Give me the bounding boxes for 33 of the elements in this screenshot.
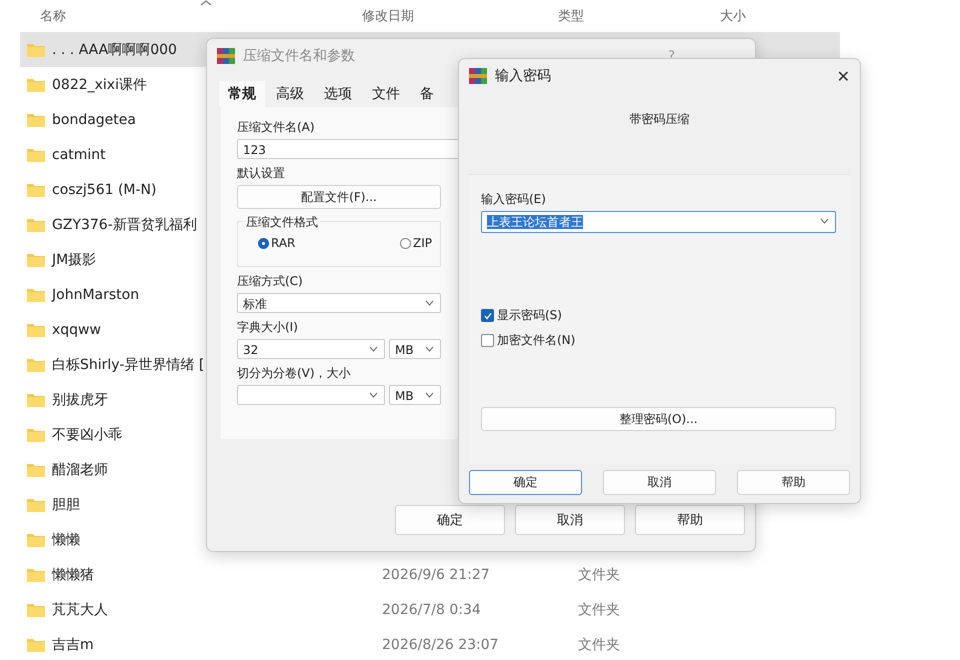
file-name: 0822_xixi课件 bbox=[52, 76, 147, 94]
file-name: xqqww bbox=[52, 322, 101, 338]
file-name: 不要凶小乖 bbox=[52, 426, 122, 444]
field-label: 切分为分卷(V)，大小 bbox=[237, 365, 352, 382]
file-name: JM摄影 bbox=[52, 250, 96, 268]
file-name: GZY376-新晋贫乳福利 bbox=[52, 216, 197, 234]
file-name: coszj561 (M-N) bbox=[52, 182, 156, 198]
field-label: 输入密码(E) bbox=[481, 191, 547, 208]
file-type: 文件夹 bbox=[578, 566, 620, 584]
file-name: 懒懒 bbox=[52, 530, 80, 548]
file-type: 文件夹 bbox=[578, 600, 620, 618]
window-title: 压缩文件名和参数 bbox=[243, 47, 355, 65]
file-name: 醋溜老师 bbox=[52, 460, 108, 478]
file-type: 文件夹 bbox=[578, 636, 620, 654]
file-name: . . . AAA啊啊啊000 bbox=[52, 40, 177, 58]
dialog-heading: 带密码压缩 bbox=[628, 111, 690, 128]
group-label: 压缩文件格式 bbox=[244, 214, 320, 231]
file-name: 白栎Shirly-异世界情绪 [ bbox=[52, 356, 204, 374]
file-name: 吉吉m bbox=[52, 636, 94, 654]
modified-date: 2026/8/26 23:07 bbox=[382, 636, 500, 652]
modified-date: 2026/9/6 21:27 bbox=[382, 566, 491, 582]
field-label: 压缩方式(C) bbox=[237, 273, 304, 290]
file-name: 胆胆 bbox=[52, 496, 80, 514]
file-name: 懒懒猪 bbox=[52, 566, 94, 584]
file-name: 芃芃大人 bbox=[52, 600, 108, 618]
file-name: JohnMarston bbox=[52, 286, 140, 302]
field-label: 默认设置 bbox=[237, 165, 286, 182]
file-name: 别拔虎牙 bbox=[52, 390, 108, 408]
window-title: 输入密码 bbox=[495, 67, 551, 85]
file-name: catmint bbox=[52, 146, 106, 162]
file-name: bondagetea bbox=[52, 112, 136, 128]
modified-date: 2026/7/8 0:34 bbox=[382, 602, 482, 618]
field-label: 字典大小(I) bbox=[237, 319, 299, 336]
